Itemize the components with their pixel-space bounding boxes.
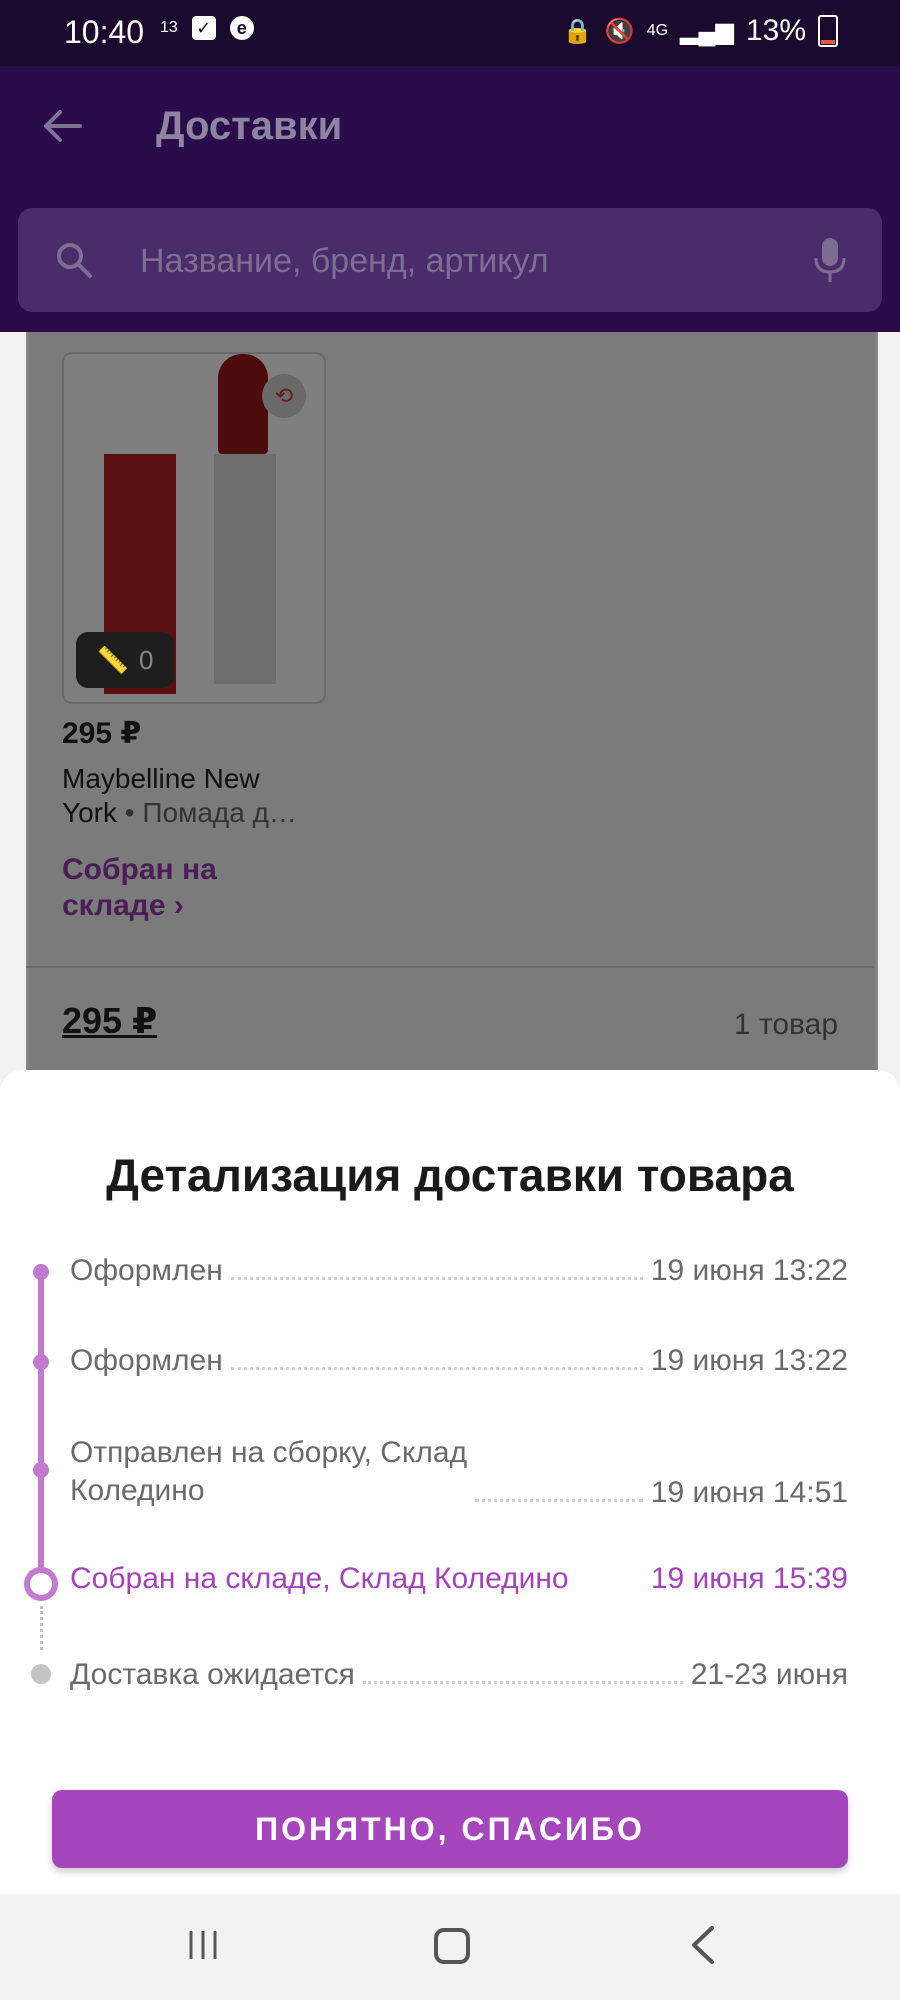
event-time: 21-23 июня: [690, 1658, 848, 1691]
status-left-icons: 13 ✓ e: [160, 16, 254, 40]
dotted-leader: [230, 1367, 643, 1370]
sheet-title: Детализация доставки товара: [106, 1149, 794, 1201]
return-icon: ⟲: [262, 374, 306, 418]
timeline-row: Оформлен 19 июня 13:22: [70, 1344, 848, 1378]
timeline-line: [38, 1470, 44, 1580]
search-icon: [57, 243, 92, 278]
dotted-leader: [362, 1681, 683, 1684]
acknowledge-button[interactable]: ПОНЯТНО, СПАСИБО: [52, 1790, 848, 1868]
timeline-dot: [33, 1354, 49, 1370]
event-label: Отправлен на сборку, Склад Коледино: [70, 1434, 467, 1510]
check-icon: ✓: [191, 16, 216, 40]
home-icon[interactable]: [434, 1928, 470, 1964]
product-price: 295 ₽: [62, 717, 142, 750]
back-arrow-icon[interactable]: [40, 104, 84, 148]
e-icon: e: [229, 16, 254, 40]
battery-percent: 13%: [745, 14, 806, 47]
lock-icon: 🔒: [562, 17, 593, 45]
event-time: 19 июня 14:51: [650, 1476, 848, 1509]
timeline-line: [38, 1272, 44, 1362]
event-time: 19 июня 13:22: [650, 1344, 848, 1377]
event-label: Оформлен: [70, 1344, 223, 1377]
event-label: Оформлен: [70, 1254, 223, 1287]
mute-icon: 🔇: [604, 17, 635, 45]
ruler-badge[interactable]: 📏 0: [76, 632, 174, 688]
product-status-link[interactable]: Собран на складе ›: [62, 852, 282, 924]
timeline-row: Отправлен на сборку, Склад Коледино 19 и…: [70, 1434, 848, 1510]
ruler-icon: 📏: [96, 644, 129, 675]
nav-back-icon[interactable]: [688, 1924, 718, 1966]
signal-icon: ▂▄▆: [680, 17, 734, 45]
divider: [26, 966, 874, 968]
ruler-count: 0: [138, 644, 154, 675]
timeline-row-pending: Доставка ожидается 21-23 июня: [70, 1658, 848, 1692]
product-name: • Помада д…: [124, 797, 297, 828]
timeline-line: [38, 1362, 44, 1470]
search-input[interactable]: Название, бренд, артикул: [140, 242, 549, 281]
dotted-leader: [230, 1277, 643, 1280]
order-item-count: 1 товар: [733, 1008, 838, 1041]
dotted-leader: [475, 1499, 643, 1502]
lipstick-tube: [214, 454, 276, 684]
timeline-pending-dot: [31, 1664, 51, 1684]
timeline-row-current: Собран на складе, Склад Коледино 19 июня…: [70, 1562, 848, 1596]
status-right-icons: 🔒 🔇 4G ▂▄▆ 13%: [563, 14, 838, 48]
product-image[interactable]: ⟲ 📏 0: [62, 352, 326, 704]
timeline-row: Оформлен 19 июня 13:22: [70, 1254, 848, 1288]
product-brand-name[interactable]: Maybelline New York • Помада д…: [62, 762, 312, 830]
event-label-line-1: Отправлен на сборку, Склад: [70, 1436, 468, 1469]
lipstick-bullet: [218, 354, 268, 454]
mic-icon[interactable]: [812, 236, 848, 284]
page-title: Доставки: [156, 104, 343, 148]
status-time: 10:40: [64, 14, 145, 50]
timeline-dot: [33, 1462, 49, 1478]
timeline-pending-line: [40, 1606, 43, 1650]
event-label: Собран на складе, Склад Коледино: [70, 1562, 569, 1595]
event-label-line-2: Коледино: [70, 1474, 205, 1507]
network-label: 4G: [646, 22, 669, 39]
order-total: 295 ₽: [62, 1000, 158, 1041]
recents-icon[interactable]: [186, 1928, 220, 1962]
timeline-current-dot: [24, 1567, 58, 1601]
event-time: 19 июня 13:22: [650, 1254, 848, 1287]
timeline-dot: [33, 1264, 49, 1280]
notification-badge: 13: [160, 19, 178, 36]
battery-icon: [818, 15, 838, 47]
event-time: 19 июня 15:39: [650, 1562, 848, 1595]
event-label: Доставка ожидается: [70, 1658, 355, 1691]
